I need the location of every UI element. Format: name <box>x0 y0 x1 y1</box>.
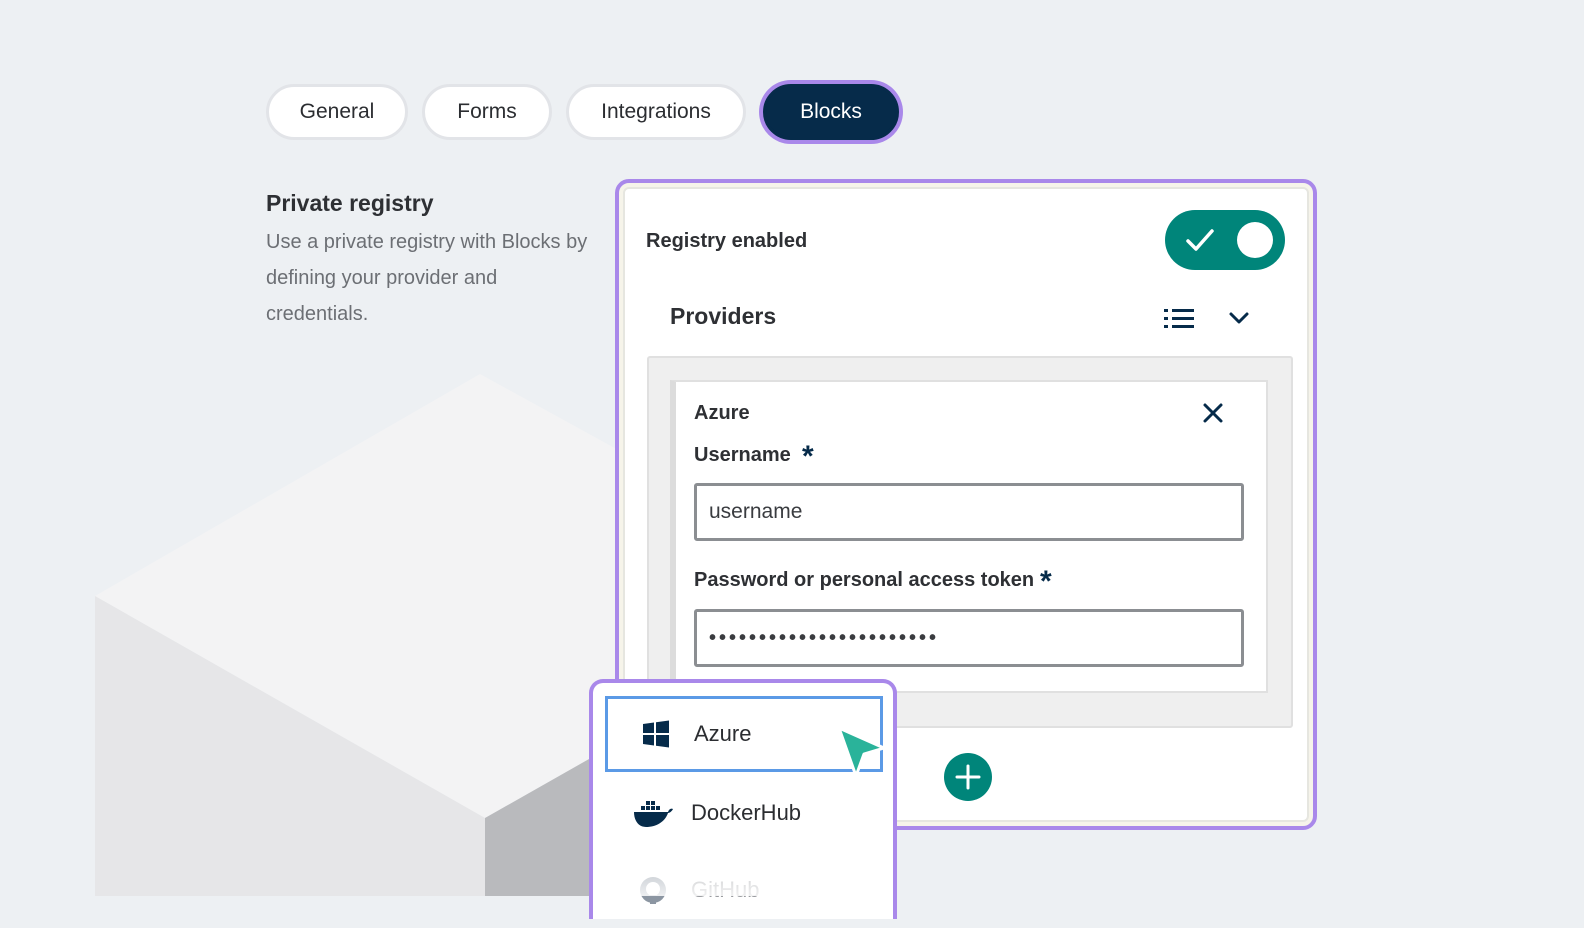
dropdown-item-label: Azure <box>694 721 752 746</box>
required-asterisk: * <box>1040 565 1052 598</box>
windows-icon <box>643 720 669 748</box>
dropdown-item-label: GitHub <box>691 877 760 902</box>
plus-icon <box>955 764 981 790</box>
dropdown-item-dockerhub[interactable]: DockerHub <box>605 775 883 851</box>
dropdown-item-github[interactable]: GitHub <box>605 852 883 928</box>
registry-enabled-toggle[interactable] <box>1165 210 1285 270</box>
tab-integrations[interactable]: Integrations <box>566 84 746 140</box>
tab-blocks[interactable]: Blocks <box>763 84 899 140</box>
password-label: Password or personal access token <box>694 569 1035 591</box>
check-icon <box>1186 229 1214 251</box>
github-icon <box>640 877 666 904</box>
password-input[interactable]: ••••••••••••••••••••••• <box>694 609 1244 667</box>
cursor-arrow-icon <box>837 726 886 778</box>
registry-enabled-label: Registry enabled <box>646 230 808 252</box>
close-icon[interactable] <box>1202 402 1224 424</box>
provider-card-title: Azure <box>694 402 750 424</box>
username-input[interactable]: username <box>694 483 1244 541</box>
required-asterisk: * <box>802 440 814 473</box>
dropdown-item-label: DockerHub <box>691 800 802 825</box>
chevron-down-icon[interactable] <box>1227 309 1251 327</box>
username-label: Username <box>694 444 791 466</box>
toggle-knob <box>1237 222 1273 258</box>
section-title: Private registry <box>266 190 434 216</box>
tab-forms[interactable]: Forms <box>422 84 552 140</box>
section-description: Use a private registry with Blocks by de… <box>266 231 588 325</box>
list-icon[interactable] <box>1163 307 1195 331</box>
docker-icon <box>634 801 673 827</box>
add-provider-button[interactable] <box>944 753 992 801</box>
providers-title: Providers <box>670 303 777 329</box>
tab-general[interactable]: General <box>266 84 408 140</box>
